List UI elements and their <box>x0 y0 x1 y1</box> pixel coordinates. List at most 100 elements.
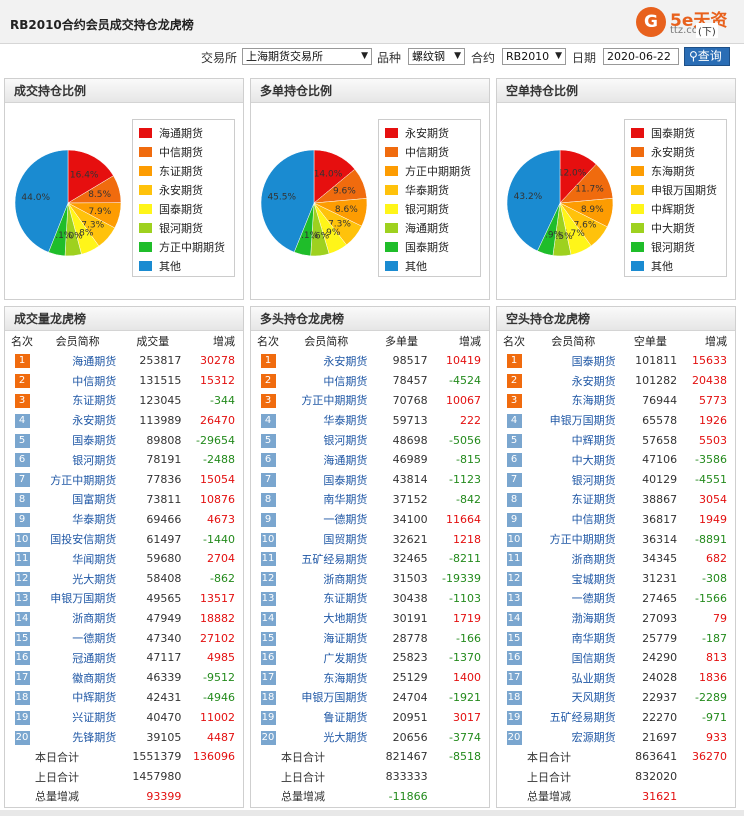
member-link[interactable]: 五矿经易期货 <box>550 711 616 724</box>
member-link[interactable]: 中大期货 <box>572 454 616 467</box>
table-row[interactable]: 4 申银万国期货 65578 1926 <box>497 410 735 430</box>
table-row[interactable]: 18 天风期货 22937 -2289 <box>497 688 735 708</box>
member-link[interactable]: 鲁证期货 <box>323 711 367 724</box>
member-link[interactable]: 渤海期货 <box>572 612 616 625</box>
table-row[interactable]: 20 先锋期货 39105 4487 <box>5 727 243 747</box>
member-link[interactable]: 中辉期货 <box>572 434 616 447</box>
date-input[interactable]: 2020-06-22 <box>603 48 679 65</box>
variety-select[interactable]: 螺纹钢 ▼ <box>408 48 465 65</box>
legend-item[interactable]: 中大期货 <box>631 220 695 236</box>
member-link[interactable]: 国泰期货 <box>323 474 367 487</box>
member-link[interactable]: 华泰期货 <box>72 513 116 526</box>
member-link[interactable]: 弘业期货 <box>572 672 616 685</box>
member-link[interactable]: 大地期货 <box>323 612 367 625</box>
member-link[interactable]: 南华期货 <box>572 632 616 645</box>
member-link[interactable]: 国投安信期货 <box>50 533 116 546</box>
table-row[interactable]: 10 国投安信期货 61497 -1440 <box>5 529 243 549</box>
table-row[interactable]: 18 中辉期货 42431 -4946 <box>5 688 243 708</box>
table-row[interactable]: 19 鲁证期货 20951 3017 <box>251 707 489 727</box>
exchange-select[interactable]: 上海期货交易所 ▼ <box>242 48 372 65</box>
table-row[interactable]: 2 永安期货 101282 20438 <box>497 371 735 391</box>
legend-item[interactable]: 国泰期货 <box>631 125 695 141</box>
legend-item[interactable]: 其他 <box>631 258 673 274</box>
table-row[interactable]: 1 海通期货 253817 30278 <box>5 351 243 371</box>
member-link[interactable]: 国泰期货 <box>72 434 116 447</box>
table-row[interactable]: 17 东海期货 25129 1400 <box>251 668 489 688</box>
legend-item[interactable]: 东证期货 <box>139 163 203 179</box>
member-link[interactable]: 浙商期货 <box>572 553 616 566</box>
table-row[interactable]: 15 海证期货 28778 -166 <box>251 628 489 648</box>
member-link[interactable]: 浙商期货 <box>72 612 116 625</box>
table-row[interactable]: 11 华闻期货 59680 2704 <box>5 549 243 569</box>
member-link[interactable]: 光大期货 <box>72 573 116 586</box>
table-row[interactable]: 10 方正中期期货 36314 -8891 <box>497 529 735 549</box>
legend-item[interactable]: 国泰期货 <box>385 239 449 255</box>
member-link[interactable]: 申银万国期货 <box>550 414 616 427</box>
table-row[interactable]: 16 国信期货 24290 813 <box>497 648 735 668</box>
table-row[interactable]: 17 弘业期货 24028 1836 <box>497 668 735 688</box>
legend-item[interactable]: 银河期货 <box>385 201 449 217</box>
table-row[interactable]: 9 一德期货 34100 11664 <box>251 509 489 529</box>
legend-item[interactable]: 永安期货 <box>385 125 449 141</box>
table-row[interactable]: 9 华泰期货 69466 4673 <box>5 509 243 529</box>
table-row[interactable]: 12 光大期货 58408 -862 <box>5 569 243 589</box>
member-link[interactable]: 方正中期期货 <box>50 474 116 487</box>
table-row[interactable]: 2 中信期货 131515 15312 <box>5 371 243 391</box>
table-row[interactable]: 6 海通期货 46989 -815 <box>251 450 489 470</box>
table-row[interactable]: 14 渤海期货 27093 79 <box>497 608 735 628</box>
member-link[interactable]: 海通期货 <box>323 454 367 467</box>
legend-item[interactable]: 中辉期货 <box>631 201 695 217</box>
table-row[interactable]: 20 宏源期货 21697 933 <box>497 727 735 747</box>
legend-item[interactable]: 方正中期期货 <box>385 163 471 179</box>
member-link[interactable]: 宏源期货 <box>572 731 616 744</box>
table-row[interactable]: 16 冠通期货 47117 4985 <box>5 648 243 668</box>
table-row[interactable]: 2 中信期货 78457 -4524 <box>251 371 489 391</box>
member-link[interactable]: 东海期货 <box>572 394 616 407</box>
member-link[interactable]: 华闻期货 <box>72 553 116 566</box>
legend-item[interactable]: 海通期货 <box>139 125 203 141</box>
member-link[interactable]: 广发期货 <box>323 652 367 665</box>
member-link[interactable]: 海通期货 <box>72 355 116 368</box>
table-row[interactable]: 5 银河期货 48698 -5056 <box>251 430 489 450</box>
table-row[interactable]: 12 宝城期货 31231 -308 <box>497 569 735 589</box>
member-link[interactable]: 一德期货 <box>323 513 367 526</box>
table-row[interactable]: 20 光大期货 20656 -3774 <box>251 727 489 747</box>
table-row[interactable]: 1 永安期货 98517 10419 <box>251 351 489 371</box>
table-row[interactable]: 14 浙商期货 47949 18882 <box>5 608 243 628</box>
legend-item[interactable]: 申银万国期货 <box>631 182 717 198</box>
member-link[interactable]: 海证期货 <box>323 632 367 645</box>
member-link[interactable]: 银河期货 <box>572 474 616 487</box>
legend-item[interactable]: 其他 <box>385 258 427 274</box>
member-link[interactable]: 永安期货 <box>72 414 116 427</box>
table-row[interactable]: 19 兴证期货 40470 11002 <box>5 707 243 727</box>
table-row[interactable]: 13 申银万国期货 49565 13517 <box>5 589 243 609</box>
member-link[interactable]: 永安期货 <box>572 375 616 388</box>
table-row[interactable]: 1 国泰期货 101811 15633 <box>497 351 735 371</box>
table-row[interactable]: 7 方正中期期货 77836 15054 <box>5 470 243 490</box>
query-button[interactable]: ⚲查询 <box>684 47 730 66</box>
member-link[interactable]: 国贸期货 <box>323 533 367 546</box>
member-link[interactable]: 先锋期货 <box>72 731 116 744</box>
table-row[interactable]: 10 国贸期货 32621 1218 <box>251 529 489 549</box>
member-link[interactable]: 国泰期货 <box>572 355 616 368</box>
member-link[interactable]: 国信期货 <box>572 652 616 665</box>
table-row[interactable]: 8 东证期货 38867 3054 <box>497 490 735 510</box>
member-link[interactable]: 中辉期货 <box>72 691 116 704</box>
member-link[interactable]: 天风期货 <box>572 691 616 704</box>
legend-item[interactable]: 方正中期期货 <box>139 239 225 255</box>
member-link[interactable]: 银河期货 <box>72 454 116 467</box>
legend-item[interactable]: 银河期货 <box>139 220 203 236</box>
table-row[interactable]: 18 申银万国期货 24704 -1921 <box>251 688 489 708</box>
table-row[interactable]: 4 永安期货 113989 26470 <box>5 410 243 430</box>
table-row[interactable]: 5 国泰期货 89808 -29654 <box>5 430 243 450</box>
member-link[interactable]: 宝城期货 <box>572 573 616 586</box>
member-link[interactable]: 申银万国期货 <box>301 691 367 704</box>
member-link[interactable]: 浙商期货 <box>323 573 367 586</box>
table-row[interactable]: 7 国泰期货 43814 -1123 <box>251 470 489 490</box>
table-row[interactable]: 17 徽商期货 46339 -9512 <box>5 668 243 688</box>
member-link[interactable]: 东证期货 <box>572 493 616 506</box>
member-link[interactable]: 冠通期货 <box>72 652 116 665</box>
member-link[interactable]: 永安期货 <box>323 355 367 368</box>
table-row[interactable]: 15 一德期货 47340 27102 <box>5 628 243 648</box>
legend-item[interactable]: 中信期货 <box>385 144 449 160</box>
